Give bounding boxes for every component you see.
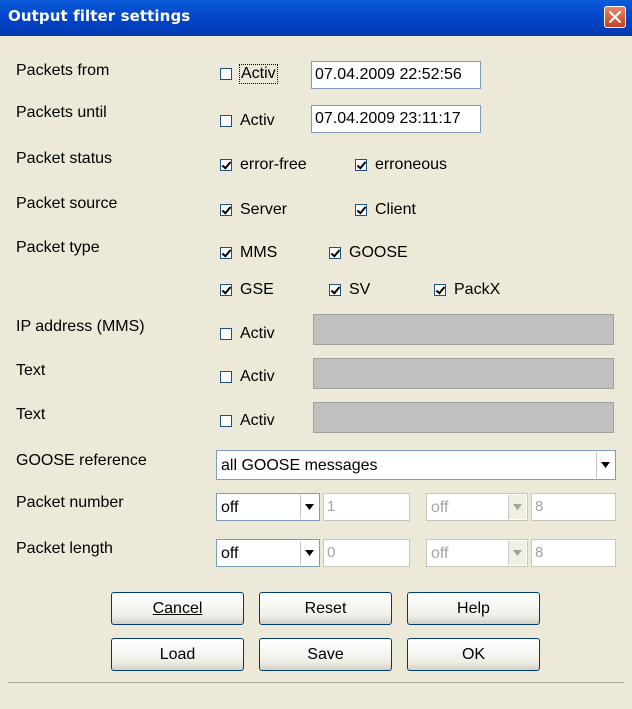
status-bar — [8, 682, 624, 704]
text-filter-2-activ-checkbox[interactable]: Activ — [220, 412, 275, 430]
checkbox-label: error-free — [240, 156, 307, 173]
select-value: off — [431, 545, 449, 562]
packets-until-datetime-input[interactable]: 07.04.2009 23:11:17 — [311, 105, 481, 133]
chevron-down-icon[interactable] — [508, 541, 526, 565]
checkbox-label: Activ — [240, 412, 275, 429]
text-filter-2-label: Text — [16, 406, 46, 423]
reset-button[interactable]: Reset — [259, 592, 392, 625]
chevron-down-icon[interactable] — [596, 452, 614, 478]
ok-button-label: OK — [461, 646, 486, 663]
checkbox-box — [355, 159, 367, 171]
checkbox-label: GSE — [240, 281, 274, 298]
load-button-label: Load — [159, 646, 196, 663]
error-free-checkbox[interactable]: error-free — [220, 156, 307, 174]
cancel-button-label: Cancel — [152, 600, 203, 617]
checkbox-box — [355, 204, 367, 216]
text-filter-2-input[interactable] — [313, 402, 614, 433]
client-checkbox[interactable]: Client — [355, 201, 416, 219]
output-filter-dialog: Output filter settings Packets from Acti… — [0, 0, 632, 709]
erroneous-checkbox[interactable]: erroneous — [355, 156, 447, 174]
select-value: off — [221, 545, 239, 562]
ip-address-input[interactable] — [313, 314, 614, 345]
checkbox-box — [220, 68, 232, 80]
title-bar[interactable]: Output filter settings — [0, 0, 632, 36]
packets-until-activ-checkbox[interactable]: Activ — [220, 112, 275, 130]
packets-from-label: Packets from — [16, 62, 110, 79]
packet-number-operator-2-select[interactable]: off — [426, 493, 528, 521]
checkbox-label: MMS — [240, 244, 278, 261]
checkbox-box — [220, 115, 232, 127]
goose-reference-label: GOOSE reference — [16, 452, 147, 469]
packet-number-value-2-input[interactable]: 8 — [531, 493, 616, 521]
help-button[interactable]: Help — [407, 592, 540, 625]
checkbox-label: Activ — [240, 325, 275, 342]
checkbox-box — [220, 247, 232, 259]
save-button-label: Save — [307, 646, 344, 663]
packet-length-operator-select[interactable]: off — [216, 539, 320, 567]
packet-status-label: Packet status — [16, 150, 113, 167]
packet-length-operator-2-select[interactable]: off — [426, 539, 528, 567]
checkbox-label: Client — [375, 201, 416, 218]
chevron-down-icon[interactable] — [508, 495, 526, 519]
packet-length-value-input[interactable]: 0 — [323, 539, 410, 567]
close-button[interactable] — [604, 6, 626, 28]
ip-address-label: IP address (MMS) — [16, 318, 145, 335]
checkbox-box — [329, 247, 341, 259]
packx-checkbox[interactable]: PackX — [434, 281, 500, 299]
close-icon — [608, 10, 622, 24]
checkbox-label: SV — [349, 281, 371, 298]
chevron-down-icon[interactable] — [300, 495, 318, 519]
checkbox-box — [220, 204, 232, 216]
packet-type-label: Packet type — [16, 239, 100, 256]
packet-length-value-2-input[interactable]: 8 — [531, 539, 616, 567]
packet-number-operator-select[interactable]: off — [216, 493, 320, 521]
text-filter-activ-checkbox[interactable]: Activ — [220, 368, 275, 386]
ip-address-activ-checkbox[interactable]: Activ — [220, 325, 275, 343]
checkbox-label: Server — [240, 201, 288, 218]
select-value: all GOOSE messages — [221, 457, 378, 474]
help-button-label: Help — [457, 600, 490, 617]
checkbox-label: erroneous — [375, 156, 448, 173]
reset-button-label: Reset — [304, 600, 347, 617]
mms-checkbox[interactable]: MMS — [220, 244, 277, 262]
packets-from-datetime-input[interactable]: 07.04.2009 22:52:56 — [311, 61, 481, 89]
checkbox-box — [329, 284, 341, 296]
packets-until-label: Packets until — [16, 104, 107, 121]
packet-source-label: Packet source — [16, 195, 118, 212]
gse-checkbox[interactable]: GSE — [220, 281, 274, 299]
text-filter-label: Text — [16, 362, 46, 379]
window-title: Output filter settings — [8, 7, 191, 25]
sv-checkbox[interactable]: SV — [329, 281, 370, 299]
checkbox-label: Activ — [240, 368, 275, 385]
packet-number-label: Packet number — [16, 494, 124, 511]
save-button[interactable]: Save — [259, 638, 392, 671]
checkbox-label: Activ — [239, 64, 278, 84]
checkbox-box — [220, 415, 232, 427]
packet-length-label: Packet length — [16, 540, 113, 557]
chevron-down-icon[interactable] — [300, 541, 318, 565]
server-checkbox[interactable]: Server — [220, 201, 287, 219]
checkbox-box — [220, 328, 232, 340]
checkbox-box — [220, 159, 232, 171]
goose-checkbox[interactable]: GOOSE — [329, 244, 408, 262]
checkbox-label: Activ — [240, 112, 275, 129]
packets-from-activ-checkbox[interactable]: Activ — [220, 64, 278, 84]
goose-reference-select[interactable]: all GOOSE messages — [216, 450, 616, 480]
text-filter-input[interactable] — [313, 358, 614, 389]
cancel-button[interactable]: Cancel — [111, 592, 244, 625]
checkbox-box — [434, 284, 446, 296]
select-value: off — [431, 499, 449, 516]
checkbox-box — [220, 284, 232, 296]
checkbox-label: PackX — [454, 281, 501, 298]
packet-number-value-input[interactable]: 1 — [323, 493, 410, 521]
ok-button[interactable]: OK — [407, 638, 540, 671]
checkbox-label: GOOSE — [349, 244, 408, 261]
load-button[interactable]: Load — [111, 638, 244, 671]
checkbox-box — [220, 371, 232, 383]
select-value: off — [221, 499, 239, 516]
